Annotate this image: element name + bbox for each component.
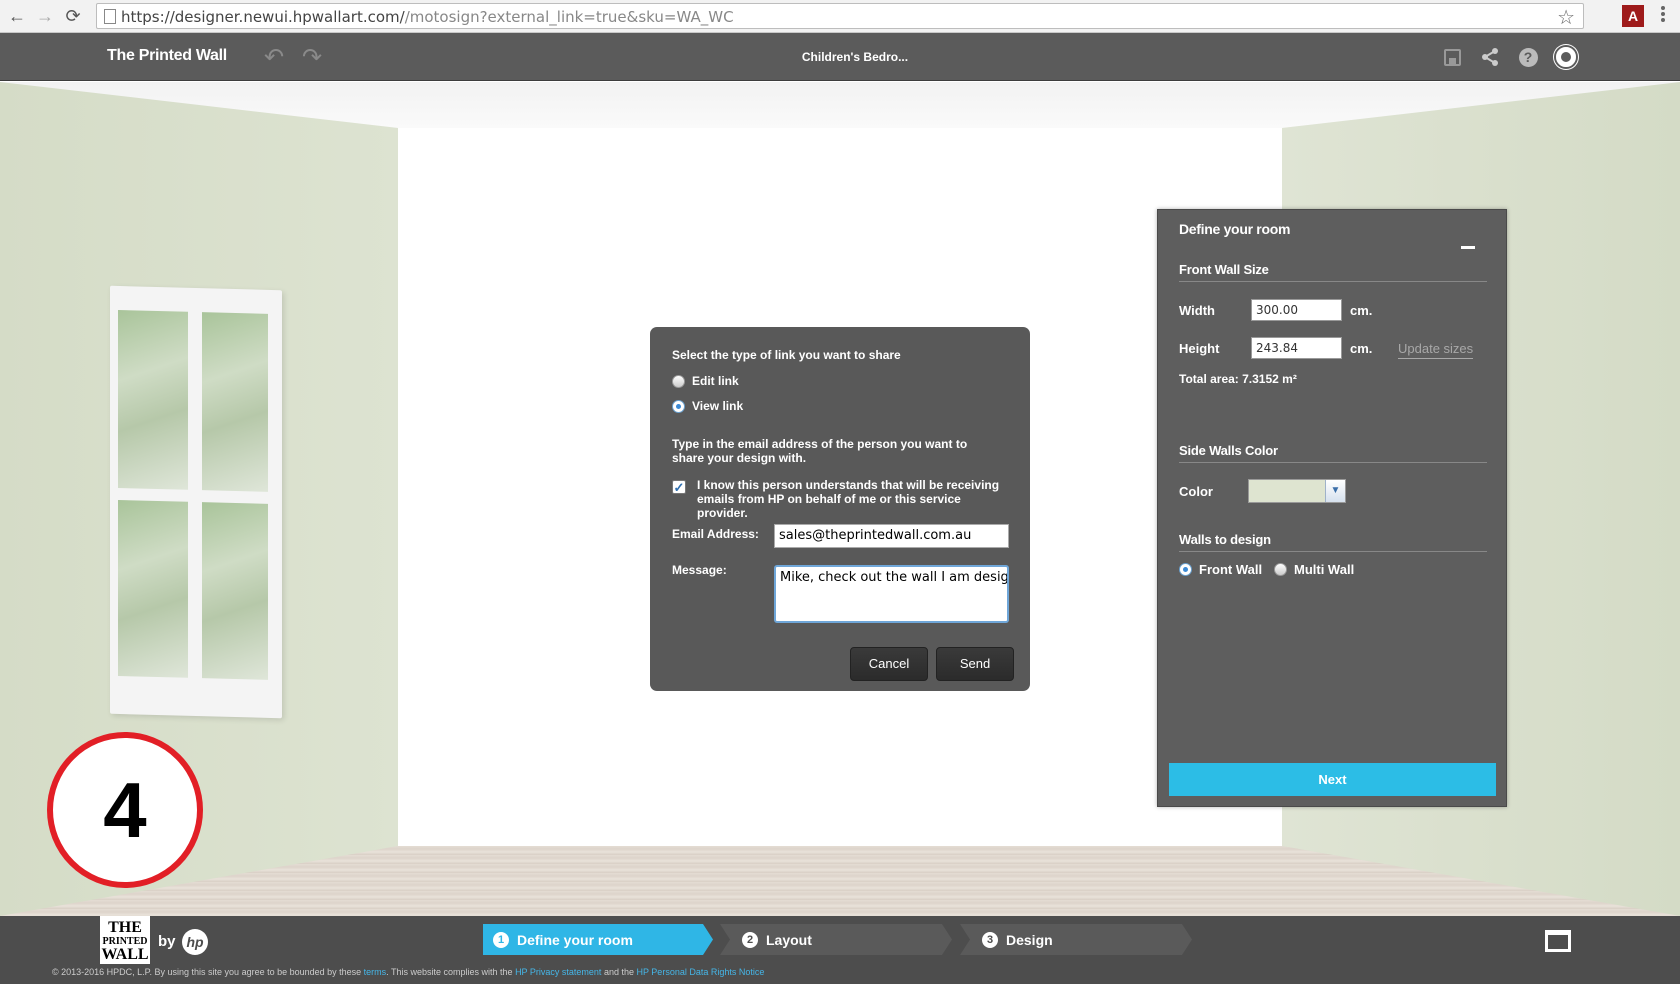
- email-field[interactable]: sales@theprintedwall.com.au: [774, 524, 1009, 548]
- forward-arrow-icon[interactable]: →: [34, 5, 56, 27]
- browser-toolbar: ← → ⟳ https://designer.newui.hpwallart.c…: [0, 0, 1680, 33]
- total-area: Total area: 7.3152 m²: [1179, 372, 1297, 386]
- update-sizes-link[interactable]: Update sizes: [1398, 341, 1474, 359]
- step-label: Design: [1006, 931, 1053, 948]
- step-label: Define your room: [517, 931, 633, 948]
- multi-wall-radio[interactable]: [1274, 563, 1287, 576]
- copyright-text: © 2013-2016 HPDC, L.P. By using this sit…: [52, 967, 765, 977]
- step-define-room[interactable]: 1 Define your room: [483, 924, 713, 955]
- view-link-label: View link: [692, 399, 744, 413]
- width-label: Width: [1179, 303, 1215, 318]
- height-unit: cm.: [1350, 341, 1373, 356]
- step-layout[interactable]: 2 Layout: [720, 924, 952, 955]
- edit-link-label: Edit link: [692, 374, 739, 388]
- hp-logo: hp: [182, 929, 208, 955]
- url-text: https://designer.newui.hpwallart.com//mo…: [121, 8, 734, 26]
- define-room-panel: Define your room Front Wall Size Width 3…: [1157, 209, 1507, 807]
- step-number: 2: [742, 931, 758, 948]
- cancel-button[interactable]: Cancel: [850, 647, 928, 681]
- pdf-extension-icon[interactable]: A: [1622, 5, 1644, 27]
- color-label: Color: [1179, 484, 1213, 499]
- bookmark-star-icon[interactable]: ☆: [1557, 5, 1575, 30]
- step-label: Layout: [766, 931, 812, 948]
- save-icon[interactable]: [1440, 45, 1464, 69]
- edit-link-radio[interactable]: [672, 374, 685, 388]
- privacy-link[interactable]: HP Privacy statement: [515, 967, 601, 977]
- front-wall-label: Front Wall: [1199, 562, 1263, 577]
- share-dialog-heading: Select the type of link you want to shar…: [672, 348, 901, 362]
- multi-wall-label: Multi Wall: [1294, 562, 1355, 577]
- footer: THE PRINTED WALL by hp 1 Define your room …: [0, 916, 1680, 984]
- brand-title: The Printed Wall: [107, 47, 227, 64]
- step-number: 1: [493, 931, 509, 948]
- email-label: Email Address:: [672, 527, 759, 541]
- share-instructions: Type in the email address of the person …: [672, 437, 968, 465]
- undo-icon[interactable]: ↶: [264, 43, 284, 72]
- next-button[interactable]: Next: [1169, 763, 1496, 796]
- page-icon: [104, 9, 116, 24]
- rights-link[interactable]: HP Personal Data Rights Notice: [636, 967, 764, 977]
- consent-checkbox[interactable]: ✓: [672, 480, 686, 494]
- by-text: by: [158, 933, 176, 950]
- step-design[interactable]: 3 Design: [960, 924, 1192, 955]
- front-wall-size-title: Front Wall Size: [1179, 262, 1487, 282]
- help-icon[interactable]: ?: [1516, 45, 1540, 69]
- collapse-icon[interactable]: [1461, 246, 1475, 249]
- step-number: 3: [982, 931, 998, 948]
- step-number-badge: 4: [47, 732, 203, 888]
- reload-icon[interactable]: ⟳: [62, 5, 84, 27]
- multi-wall-option[interactable]: Multi Wall: [1274, 562, 1354, 577]
- gear-icon[interactable]: [1554, 45, 1578, 69]
- message-label: Message:: [672, 563, 727, 577]
- view-link-radio[interactable]: [672, 399, 685, 413]
- side-walls-color-title: Side Walls Color: [1179, 443, 1487, 463]
- share-icon[interactable]: [1478, 45, 1502, 69]
- back-arrow-icon[interactable]: ←: [6, 5, 28, 27]
- app-header: The Printed Wall ↶ ↷ Children's Bedro...…: [0, 33, 1680, 81]
- browser-menu-icon[interactable]: [1658, 4, 1668, 28]
- design-name[interactable]: Children's Bedro...: [760, 50, 950, 64]
- edit-link-option[interactable]: Edit link: [672, 374, 739, 388]
- height-field[interactable]: 243.84: [1251, 337, 1342, 359]
- printed-wall-logo: THE PRINTED WALL: [100, 916, 150, 964]
- width-field[interactable]: 300.00: [1251, 299, 1342, 321]
- message-field[interactable]: Mike, check out the wall I am designing.: [774, 565, 1009, 623]
- panel-title: Define your room: [1179, 221, 1291, 237]
- front-wall-radio[interactable]: [1179, 563, 1192, 576]
- share-dialog: Select the type of link you want to shar…: [650, 327, 1030, 691]
- consent-text: I know this person understands that will…: [697, 478, 1000, 520]
- width-unit: cm.: [1350, 303, 1373, 318]
- chevron-down-icon[interactable]: ▼: [1325, 480, 1345, 502]
- color-dropdown[interactable]: ▼: [1248, 479, 1346, 503]
- window: [110, 285, 282, 719]
- address-bar[interactable]: https://designer.newui.hpwallart.com//mo…: [96, 3, 1584, 29]
- terms-link[interactable]: terms: [364, 967, 387, 977]
- front-wall-option[interactable]: Front Wall: [1179, 562, 1262, 577]
- height-label: Height: [1179, 341, 1220, 356]
- redo-icon[interactable]: ↷: [302, 43, 322, 72]
- view-link-option[interactable]: View link: [672, 399, 743, 413]
- fullscreen-icon[interactable]: [1545, 930, 1571, 952]
- send-button[interactable]: Send: [936, 647, 1014, 681]
- walls-to-design-title: Walls to design: [1179, 532, 1487, 552]
